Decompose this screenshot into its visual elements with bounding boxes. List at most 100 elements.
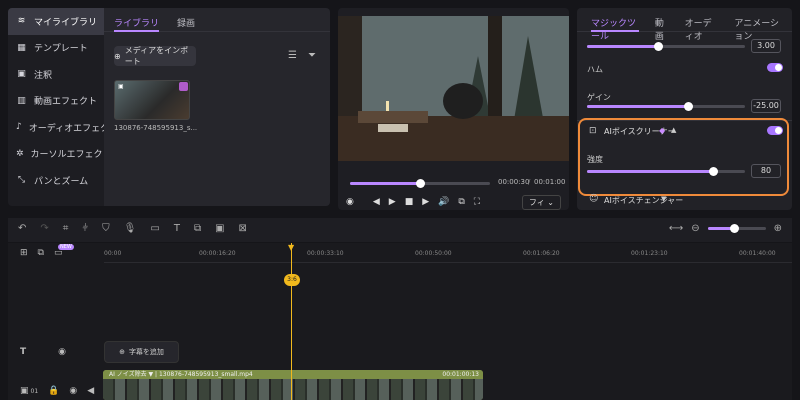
media-thumbnail[interactable]: ▣	[114, 80, 190, 120]
crop-tool-icon[interactable]: ⌗	[63, 223, 69, 234]
clip-name: AI ノイズ除去 ▼ | 130876-748595913_small.mp4	[109, 371, 253, 378]
playhead[interactable]	[291, 243, 292, 400]
gain-label: ゲイン	[587, 93, 611, 102]
chevron-down-icon: ⌄	[547, 197, 554, 207]
sidebar-item-cursor-effects[interactable]: ✲ カーソルエフェクト	[8, 141, 104, 168]
video-clip[interactable]: AI ノイズ除去 ▼ | 130876-748595913_small.mp4 …	[103, 370, 483, 400]
pip-icon[interactable]: ▣	[215, 223, 224, 234]
template-icon: ▦	[17, 42, 26, 53]
playback-progress[interactable]	[350, 179, 490, 188]
sidebar-item-templates[interactable]: ▦ テンプレート	[8, 35, 104, 62]
sidebar-item-label: パンとズーム	[34, 176, 89, 187]
tab-magic-tools[interactable]: マジックツール	[591, 16, 639, 42]
new-feature-icon[interactable]: ▭ NEW	[54, 244, 74, 258]
add-subtitle-label: 字幕を追加	[128, 348, 164, 356]
tab-animation[interactable]: アニメーション	[734, 16, 782, 42]
camera-icon[interactable]: ◉	[346, 197, 354, 207]
text-icon[interactable]: T	[174, 223, 180, 234]
timeline-ruler[interactable]: 00:00 00:00:16:20 00:00:33:10 00:00:50:0…	[104, 243, 792, 263]
eye-icon[interactable]: ◉	[69, 386, 77, 396]
timeline-toolbar: ↶ ↷ ⌗ ⫩ ⛉ 🎙 ▭ T ⧉ ▣ ⊠ ⟷ ⊖ ⊕	[8, 218, 792, 242]
eye-icon[interactable]: ◉	[58, 347, 66, 357]
playhead-handle[interactable]: 3:6	[284, 274, 300, 286]
speaker-icon[interactable]: ◀	[87, 386, 94, 396]
intensity-slider[interactable]	[587, 167, 745, 176]
ruler-tick: 00:01:06:20	[523, 250, 560, 257]
microphone-icon[interactable]: 🎙	[124, 223, 137, 234]
total-time: 00:01:00	[534, 178, 566, 186]
filter-icon[interactable]: ⏷	[308, 50, 316, 61]
video-frame-image	[338, 16, 569, 161]
tab-recordings[interactable]: 録画	[177, 16, 195, 32]
sidebar-item-audio-effects[interactable]: ♪ オーディオエフェクト	[8, 114, 104, 141]
sidebar-item-annotations[interactable]: ▣ 注釈	[8, 61, 104, 88]
cursor-effects-icon: ✲	[16, 148, 24, 159]
volume-icon[interactable]: 🔊	[438, 197, 449, 207]
shield-icon[interactable]: ⛉	[102, 223, 110, 234]
stop-icon[interactable]: ■	[405, 197, 414, 207]
plus-icon: ⊕	[114, 51, 121, 61]
fit-timeline-icon[interactable]: ⟷	[669, 223, 683, 234]
ruler-tick: 00:00:16:20	[199, 250, 236, 257]
text-track-icon: T	[20, 347, 27, 357]
annotation-icon: ▣	[17, 69, 26, 80]
progress-handle[interactable]	[416, 179, 425, 188]
plus-icon: ⊕	[119, 348, 125, 356]
hum-label: ハム	[587, 65, 603, 74]
pan-zoom-icon: ⤡	[17, 175, 26, 186]
tab-audio[interactable]: オーディオ	[685, 16, 719, 42]
audio-effects-icon: ♪	[16, 122, 22, 133]
intensity-value-input[interactable]: 80	[751, 164, 781, 178]
import-media-button[interactable]: ⊕ メディアをインポート	[114, 46, 196, 66]
zoom-in-icon[interactable]: ⊕	[774, 223, 782, 234]
ruler-tick: 00:01:40:00	[739, 250, 776, 257]
sidebar-item-label: テンプレート	[34, 44, 88, 55]
top-slider[interactable]	[587, 42, 745, 51]
redo-icon[interactable]: ↷	[40, 223, 48, 234]
clip-frames	[103, 379, 483, 400]
ruler-tick: 00:00:50:00	[415, 250, 452, 257]
ruler-tick: 00:01:23:10	[631, 250, 668, 257]
ai-icon[interactable]: ⊠	[239, 223, 247, 234]
group-icon[interactable]: ⧉	[194, 223, 201, 234]
add-subtitle-button[interactable]: ⊕ 字幕を追加	[104, 341, 179, 363]
tab-video[interactable]: 動画	[655, 16, 669, 42]
clip-duration: 00:01:00:13	[442, 371, 479, 378]
undo-icon[interactable]: ↶	[18, 223, 26, 234]
sort-icon[interactable]: ☰	[288, 50, 297, 61]
zoom-slider[interactable]	[707, 224, 766, 233]
voice-cleaner-toggle[interactable]	[767, 126, 783, 135]
lock-icon[interactable]: 🔒	[48, 386, 59, 396]
zoom-out-icon[interactable]: ⊖	[691, 223, 699, 234]
voice-changer-label: AIボイスチェンジャー	[604, 196, 684, 205]
import-media-label: メディアをインポート	[124, 46, 189, 66]
chevron-up-icon[interactable]: ▲	[671, 126, 676, 134]
sidebar-item-my-library[interactable]: ≋ マイライブラリ	[8, 8, 104, 35]
new-badge: NEW	[57, 244, 74, 250]
prev-frame-icon[interactable]: ◀	[373, 197, 380, 207]
add-track-icon[interactable]: ⊞	[20, 248, 28, 258]
split-icon[interactable]: ⫩	[82, 223, 88, 234]
playhead-marker-icon: ▼	[288, 243, 295, 252]
fullscreen-icon[interactable]: ⛶	[474, 197, 480, 207]
tab-library[interactable]: ライブラリ	[114, 16, 160, 32]
media-library-panel: ライブラリ 録画 ⊕ メディアをインポート ☰ ⏷ ▣ 130876-74859…	[104, 8, 330, 206]
fit-dropdown[interactable]: フィ ⌄	[521, 194, 561, 210]
sidebar-item-label: 注釈	[34, 70, 53, 81]
gain-slider[interactable]	[587, 102, 745, 111]
copy-track-icon[interactable]: ⧉	[38, 248, 44, 258]
gain-value-input[interactable]: -25.00	[751, 99, 781, 113]
play-icon[interactable]: ▶	[389, 197, 396, 207]
current-time: 00:00:30	[498, 178, 530, 186]
top-value-input[interactable]: 3.00	[751, 39, 781, 53]
timeline: ⊞ ⧉ ▭ NEW 00:00 00:00:16:20 00:00:33:10 0…	[8, 243, 792, 400]
comment-icon[interactable]: ▭	[150, 223, 159, 234]
sidebar-item-pan-zoom[interactable]: ⤡ パンとズーム	[8, 167, 104, 194]
chevron-down-icon[interactable]: ▼	[661, 195, 666, 203]
crop-icon[interactable]: ⧉	[458, 197, 464, 207]
sidebar-item-video-effects[interactable]: ▥ 動画エフェクト	[8, 88, 104, 115]
next-frame-icon[interactable]: ▶	[422, 197, 429, 207]
hum-toggle[interactable]	[767, 63, 783, 72]
video-track-icon: ▣	[20, 386, 29, 396]
audio-badge-icon	[179, 82, 188, 91]
